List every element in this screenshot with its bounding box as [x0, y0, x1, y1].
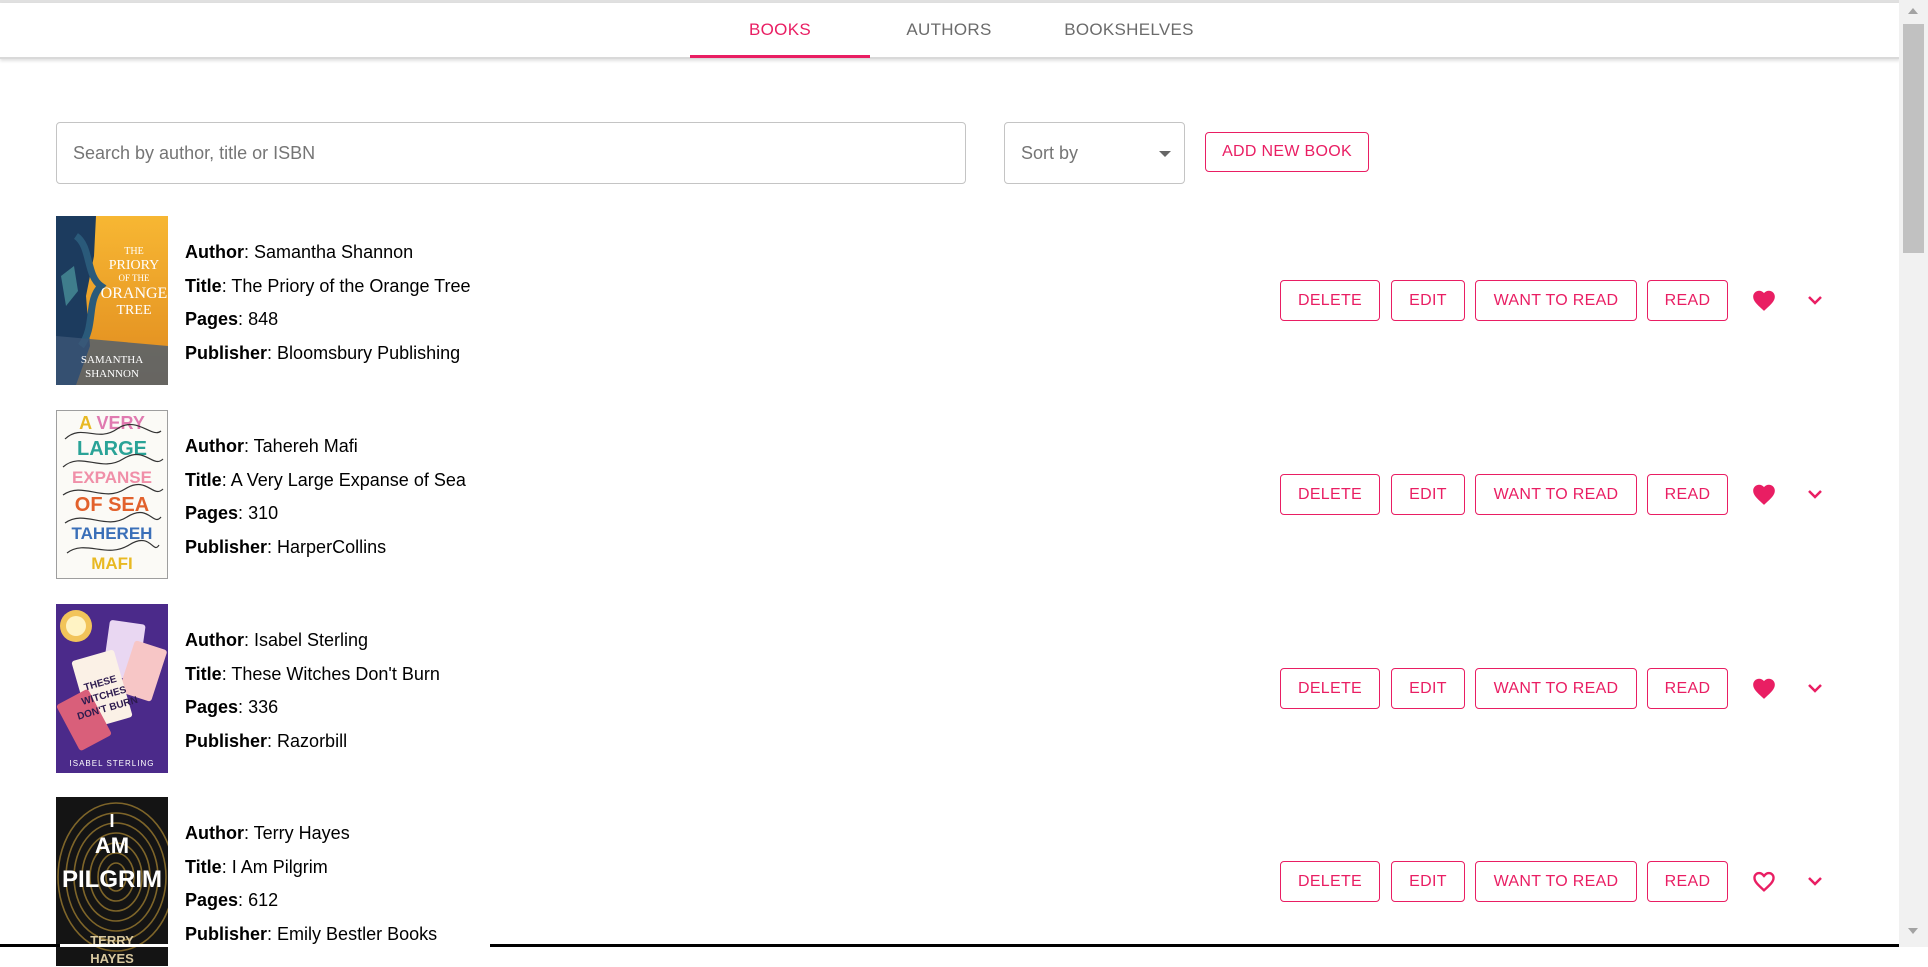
author-label: Author — [185, 823, 244, 843]
svg-text:A VERY: A VERY — [79, 413, 145, 433]
book-publisher: Emily Bestler Books — [277, 923, 438, 944]
pages-label: Pages — [185, 890, 239, 910]
read-button[interactable]: READ — [1647, 474, 1728, 515]
edit-button[interactable]: EDIT — [1391, 280, 1465, 321]
book-cover-witches: THESE WITCHES DON'T BURN ISABEL STERLING — [56, 604, 168, 773]
book-publisher: Bloomsbury Publishing — [277, 342, 461, 363]
book-list-item: THE PRIORY OF THE ORANGE TREE SAMANTHA S… — [56, 216, 1856, 386]
tab-authors[interactable]: AUTHORS — [870, 3, 1028, 57]
svg-text:LARGE: LARGE — [77, 438, 147, 460]
svg-text:SHANNON: SHANNON — [85, 368, 139, 380]
book-title: A Very Large Expanse of Sea — [230, 469, 466, 490]
edit-button[interactable]: EDIT — [1391, 861, 1465, 902]
chevron-down-icon[interactable] — [1806, 873, 1824, 889]
book-author: Tahereh Mafi — [253, 436, 358, 456]
pages-label: Pages — [185, 503, 239, 523]
read-button[interactable]: READ — [1647, 280, 1728, 321]
tab-bookshelves[interactable]: BOOKSHELVES — [1050, 3, 1208, 57]
chevron-down-icon[interactable] — [1806, 680, 1824, 696]
chevron-down-icon[interactable] — [1806, 486, 1824, 502]
delete-button[interactable]: DELETE — [1280, 861, 1380, 902]
svg-text:PRIORY: PRIORY — [109, 258, 160, 273]
book-cover-priory: THE PRIORY OF THE ORANGE TREE SAMANTHA S… — [56, 216, 168, 385]
caret-down-icon — [1159, 151, 1171, 157]
book-publisher: Razorbill — [277, 730, 348, 751]
book-title: The Priory of the Orange Tree — [231, 275, 471, 296]
delete-button[interactable]: DELETE — [1280, 668, 1380, 709]
book-list-item: THESE WITCHES DON'T BURN ISABEL STERLING… — [56, 604, 1856, 774]
book-author: Isabel Sterling — [254, 630, 369, 650]
book-cover-pilgrim: I AM PILGRIM TERRY HAYES — [56, 797, 168, 966]
svg-text:MAFI: MAFI — [91, 554, 133, 573]
want-to-read-button[interactable]: WANT TO READ — [1475, 861, 1637, 902]
edit-button[interactable]: EDIT — [1391, 668, 1465, 709]
sort-by-label: Sort by — [1021, 143, 1079, 163]
author-label: Author — [185, 242, 244, 262]
pages-label: Pages — [185, 697, 239, 717]
book-author: Terry Hayes — [253, 823, 350, 843]
title-label: Title — [185, 275, 222, 296]
sort-by-select[interactable]: Sort by — [1004, 122, 1185, 184]
book-title: I Am Pilgrim — [231, 856, 328, 877]
heart-filled-icon[interactable] — [1751, 288, 1777, 312]
want-to-read-button[interactable]: WANT TO READ — [1475, 280, 1637, 321]
book-list-item: I AM PILGRIM TERRY HAYES Author: Terry H… — [56, 797, 1856, 967]
delete-button[interactable]: DELETE — [1280, 474, 1380, 515]
delete-button[interactable]: DELETE — [1280, 280, 1380, 321]
book-details: Author: Isabel Sterling Title: These Wit… — [185, 630, 440, 751]
top-nav-bar: BOOKS AUTHORS BOOKSHELVES — [0, 3, 1900, 59]
book-pages: 336 — [248, 697, 279, 717]
svg-text:THE: THE — [124, 246, 143, 257]
svg-text:TREE: TREE — [117, 303, 152, 318]
pages-label: Pages — [185, 309, 239, 329]
search-input[interactable] — [56, 122, 966, 184]
book-cover-expanse: A VERY LARGE EXPANSE OF SEA TAHEREH MAFI — [56, 410, 168, 579]
book-pages: 612 — [248, 890, 279, 910]
title-label: Title — [185, 469, 222, 490]
publisher-label: Publisher — [185, 536, 268, 557]
read-button[interactable]: READ — [1647, 668, 1728, 709]
book-title: These Witches Don't Burn — [231, 663, 440, 684]
author-label: Author — [185, 630, 244, 650]
svg-text:ISABEL STERLING: ISABEL STERLING — [70, 759, 155, 768]
svg-text:HAYES: HAYES — [90, 951, 134, 966]
tab-books[interactable]: BOOKS — [690, 3, 870, 57]
svg-text:I: I — [109, 811, 114, 831]
active-tab-indicator — [690, 55, 870, 58]
book-pages: 310 — [248, 503, 279, 523]
vertical-scrollbar[interactable] — [1899, 0, 1928, 947]
book-author: Samantha Shannon — [254, 242, 414, 262]
book-publisher: HarperCollins — [277, 536, 387, 557]
title-label: Title — [185, 663, 222, 684]
heart-outline-icon[interactable] — [1751, 869, 1777, 893]
author-label: Author — [185, 436, 244, 456]
book-pages: 848 — [248, 309, 279, 329]
svg-text:ORANGE: ORANGE — [101, 285, 168, 302]
scroll-down-arrow-icon[interactable] — [1908, 928, 1918, 934]
book-list-item: A VERY LARGE EXPANSE OF SEA TAHEREH MAFI… — [56, 410, 1856, 580]
heart-filled-icon[interactable] — [1751, 482, 1777, 506]
read-button[interactable]: READ — [1647, 861, 1728, 902]
book-details: Author: Terry Hayes Title: I Am Pilgrim … — [185, 823, 438, 944]
svg-text:PILGRIM: PILGRIM — [62, 866, 162, 893]
want-to-read-button[interactable]: WANT TO READ — [1475, 474, 1637, 515]
want-to-read-button[interactable]: WANT TO READ — [1475, 668, 1637, 709]
svg-text:AM: AM — [95, 833, 129, 858]
chevron-down-icon[interactable] — [1806, 292, 1824, 308]
scrollbar-thumb[interactable] — [1903, 24, 1924, 253]
book-details: Author: Samantha Shannon Title: The Prio… — [185, 242, 471, 363]
title-label: Title — [185, 856, 222, 877]
svg-text:SAMANTHA: SAMANTHA — [81, 354, 143, 366]
edit-button[interactable]: EDIT — [1391, 474, 1465, 515]
publisher-label: Publisher — [185, 342, 268, 363]
scroll-up-arrow-icon[interactable] — [1908, 8, 1918, 14]
add-new-book-button[interactable]: ADD NEW BOOK — [1205, 132, 1369, 172]
book-details: Author: Tahereh Mafi Title: A Very Large… — [185, 436, 466, 557]
heart-filled-icon[interactable] — [1751, 676, 1777, 700]
publisher-label: Publisher — [185, 730, 268, 751]
publisher-label: Publisher — [185, 923, 268, 944]
svg-text:OF THE: OF THE — [118, 273, 150, 283]
